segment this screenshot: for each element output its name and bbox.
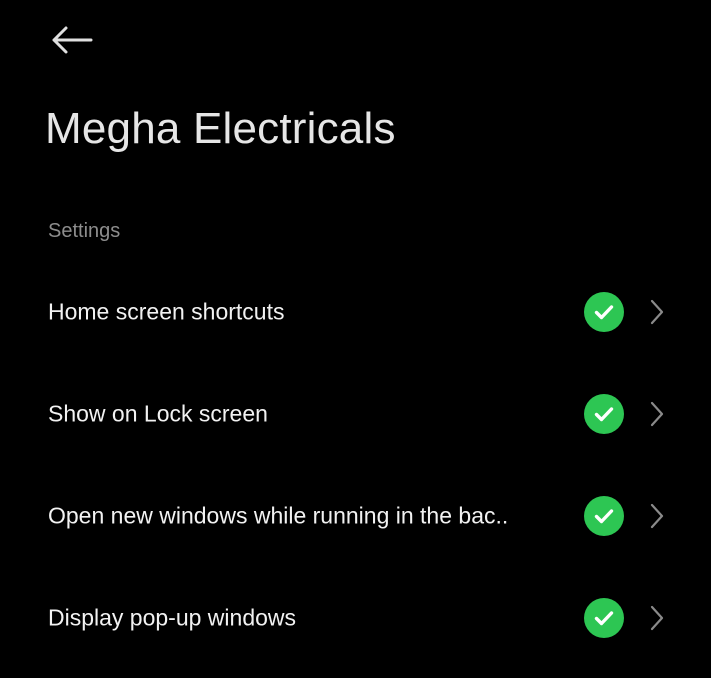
check-circle-icon xyxy=(584,292,624,332)
back-button[interactable] xyxy=(44,18,98,62)
setting-row-home-screen-shortcuts[interactable]: Home screen shortcuts xyxy=(0,262,711,362)
check-circle-icon xyxy=(584,496,624,536)
chevron-right-icon xyxy=(648,298,666,326)
setting-row-open-new-windows-background[interactable]: Open new windows while running in the ba… xyxy=(0,466,711,566)
check-circle-icon xyxy=(584,598,624,638)
setting-label: Display pop-up windows xyxy=(48,604,297,631)
setting-label: Show on Lock screen xyxy=(48,400,268,427)
setting-row-display-pop-up-windows[interactable]: Display pop-up windows xyxy=(0,568,711,668)
chevron-right-icon xyxy=(648,400,666,428)
chevron-right-icon xyxy=(648,502,666,530)
setting-label: Home screen shortcuts xyxy=(48,298,285,325)
check-circle-icon xyxy=(584,394,624,434)
page-title: Megha Electricals xyxy=(45,104,396,153)
setting-label: Open new windows while running in the ba… xyxy=(48,502,509,529)
section-header-settings: Settings xyxy=(48,220,121,242)
setting-row-show-on-lock-screen[interactable]: Show on Lock screen xyxy=(0,364,711,464)
arrow-left-icon xyxy=(52,26,93,54)
chevron-right-icon xyxy=(648,604,666,632)
